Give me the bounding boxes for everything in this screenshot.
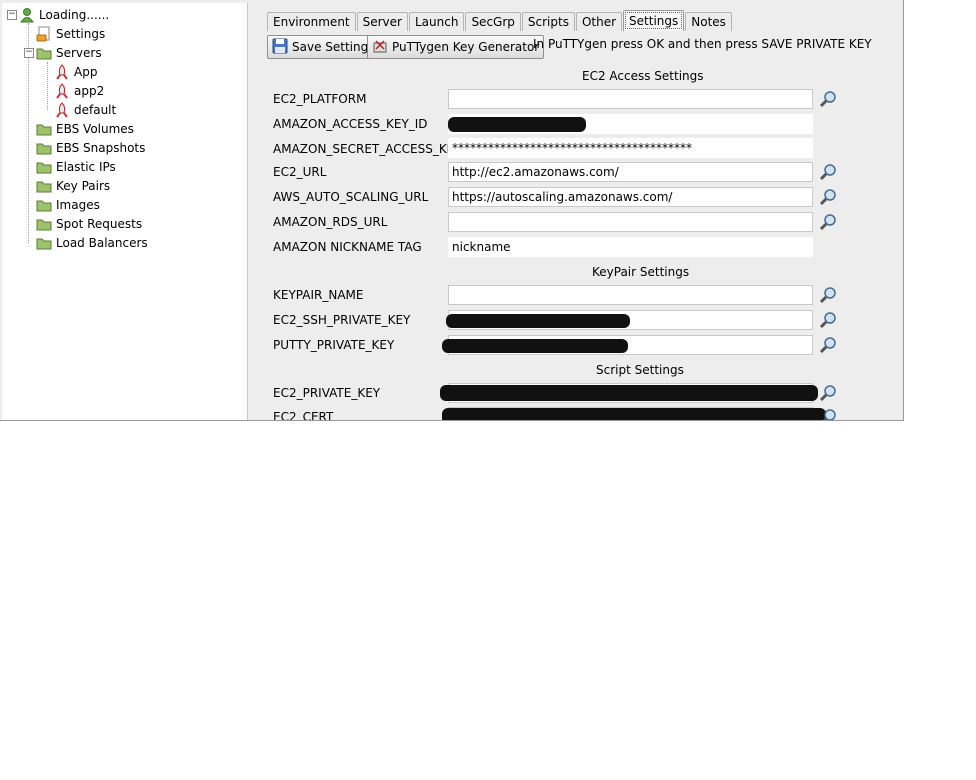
tab-environment[interactable]: Environment [267,12,356,31]
tree-item-label: Servers [56,45,102,60]
section-script: Script Settings [596,363,684,377]
tree-connector [28,53,29,243]
navigation-tree: − Loading...... Settings − Servers App a… [2,3,248,420]
access-key-id-label: AMAZON_ACCESS_KEY_ID [273,117,428,131]
tree-item-app[interactable]: App [54,62,97,81]
tree-item-elastic-ips[interactable]: Elastic IPs [36,157,116,176]
tree-item-label: EBS Snapshots [56,140,146,155]
auto-scaling-url-label: AWS_AUTO_SCALING_URL [273,190,429,204]
tab-other[interactable]: Other [575,12,623,31]
section-ec2-access: EC2 Access Settings [582,69,704,83]
ec2-platform-label: EC2_PLATFORM [273,92,367,106]
collapse-root-toggle[interactable]: − [7,10,17,20]
puttygen-hint: In PuTTYgen press OK and then press SAVE… [533,37,872,51]
folder-icon [36,235,52,251]
save-settings-label: Save Settings [292,40,375,54]
tab-settings[interactable]: Settings [623,10,685,31]
secret-access-key-field[interactable]: **************************************** [448,138,813,158]
tree-item-app2[interactable]: app2 [54,81,104,100]
folder-icon [36,140,52,156]
secret-access-key-label: AMAZON_SECRET_ACCESS_KEY [273,142,462,156]
tree-item-ebs-snapshots[interactable]: EBS Snapshots [36,138,145,157]
tree-item-ebs-volumes[interactable]: EBS Volumes [36,119,134,138]
tree-item-label: App [74,64,98,79]
server-rocket-icon [54,101,70,118]
puttygen-icon [372,38,388,57]
settings-doc-icon [36,26,52,42]
ec2-platform-field[interactable] [448,89,813,109]
folder-icon [36,216,52,232]
auto-scaling-url-field[interactable]: https://autoscaling.amazonaws.com/ [448,187,813,207]
tree-item-label: default [74,102,117,117]
ec2-cert-browse-icon[interactable] [819,408,837,420]
tree-root[interactable]: Loading...... [19,5,109,24]
ec2-platform-browse-icon[interactable] [819,90,837,108]
nickname-tag-label: AMAZON NICKNAME TAG [273,240,422,254]
tree-item-label: app2 [74,83,105,98]
nickname-tag-field[interactable]: nickname [448,237,813,257]
tree-item-key-pairs[interactable]: Key Pairs [36,176,110,195]
tree-item-load-balancers[interactable]: Load Balancers [36,233,148,252]
ec2-url-label: EC2_URL [273,165,327,179]
redaction-mark [446,314,630,328]
ssh-private-key-label: EC2_SSH_PRIVATE_KEY [273,313,411,327]
tree-item-settings[interactable]: Settings [36,24,105,43]
rds-url-browse-icon[interactable] [819,213,837,231]
tab-scripts[interactable]: Scripts [521,12,575,31]
tree-item-label: Load Balancers [56,235,148,250]
tab-notes[interactable]: Notes [685,12,732,31]
redaction-mark [442,408,826,420]
tab-bar: Environment Server Launch SecGrp Scripts… [267,10,733,32]
folder-icon [36,45,52,61]
tree-item-label: Images [56,197,100,212]
folder-icon [36,178,52,194]
putty-private-key-browse-icon[interactable] [819,336,837,354]
keypair-name-field[interactable] [448,285,813,305]
tree-item-label: EBS Volumes [56,121,134,136]
tab-server[interactable]: Server [356,12,408,31]
user-icon [19,7,35,23]
save-settings-button[interactable]: Save Settings [267,35,380,59]
tree-item-label: Key Pairs [56,178,111,193]
tab-secgrp[interactable]: SecGrp [465,12,521,31]
keypair-name-label: KEYPAIR_NAME [273,288,364,302]
section-keypair: KeyPair Settings [592,265,690,279]
redaction-mark [448,117,586,132]
putty-private-key-label: PUTTY_PRIVATE_KEY [273,338,395,352]
ec2-private-key-browse-icon[interactable] [819,384,837,402]
tree-item-label: Settings [56,26,106,41]
tree-root-label: Loading...... [39,7,110,22]
collapse-servers-toggle[interactable]: − [24,48,34,58]
tree-connector [47,62,48,110]
puttygen-button[interactable]: PuTTygen Key Generator [367,35,545,59]
rds-url-field[interactable] [448,212,813,232]
ec2-cert-label: EC2_CERT [273,410,334,421]
tree-item-images[interactable]: Images [36,195,100,214]
tab-launch[interactable]: Launch [408,12,465,31]
ec2-url-field[interactable]: http://ec2.amazonaws.com/ [448,162,813,182]
keypair-name-browse-icon[interactable] [819,286,837,304]
server-rocket-icon [54,63,70,80]
auto-scaling-url-browse-icon[interactable] [819,188,837,206]
folder-icon [36,121,52,137]
folder-icon [36,159,52,175]
tree-item-default[interactable]: default [54,100,116,119]
ec2-url-browse-icon[interactable] [819,163,837,181]
ec2-private-key-label: EC2_PRIVATE_KEY [273,386,381,400]
redaction-mark [440,385,818,401]
server-rocket-icon [54,82,70,99]
tree-item-label: Spot Requests [56,216,143,231]
tree-item-spot-requests[interactable]: Spot Requests [36,214,142,233]
rds-url-label: AMAZON_RDS_URL [273,215,388,229]
tree-item-label: Elastic IPs [56,159,116,174]
save-disk-icon [272,38,288,57]
application-window: − Loading...... Settings − Servers App a… [0,0,904,421]
redaction-mark [442,339,628,353]
ssh-private-key-browse-icon[interactable] [819,311,837,329]
tree-item-servers[interactable]: Servers [36,43,102,62]
puttygen-label: PuTTygen Key Generator [392,40,540,54]
folder-icon [36,197,52,213]
